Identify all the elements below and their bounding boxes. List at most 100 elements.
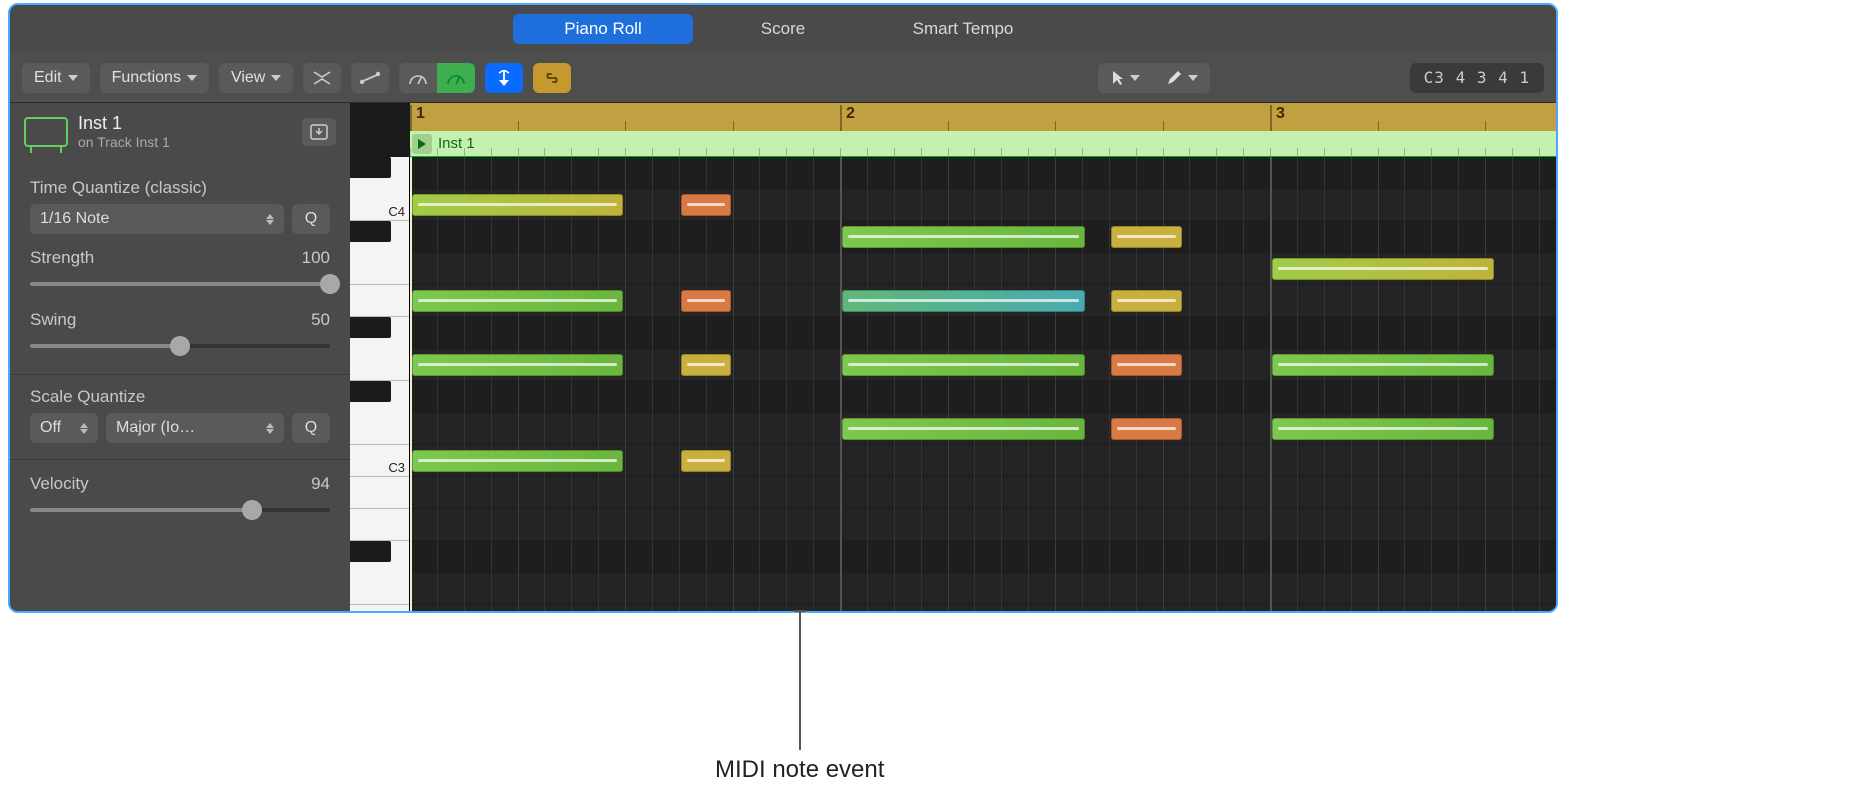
midi-gauge-icon bbox=[408, 70, 428, 86]
edit-menu-label: Edit bbox=[34, 69, 62, 87]
midi-note[interactable] bbox=[1111, 290, 1182, 312]
midi-out-button[interactable] bbox=[437, 63, 475, 93]
midi-note[interactable] bbox=[412, 290, 623, 312]
functions-menu-label: Functions bbox=[112, 69, 181, 87]
scale-quantize-label: Scale Quantize bbox=[30, 387, 330, 407]
piano-key-white[interactable] bbox=[350, 509, 409, 541]
automation-icon bbox=[359, 71, 381, 85]
note-grid[interactable] bbox=[410, 157, 1556, 611]
edit-menu[interactable]: Edit bbox=[22, 63, 90, 93]
annotation-text: MIDI note event bbox=[715, 756, 884, 784]
piano-key-black[interactable] bbox=[350, 317, 391, 338]
midi-note[interactable] bbox=[681, 450, 731, 472]
piano-key-white[interactable] bbox=[350, 413, 409, 445]
piano-key-white[interactable] bbox=[350, 573, 409, 605]
midi-note[interactable] bbox=[681, 354, 731, 376]
collapse-icon bbox=[312, 71, 332, 85]
chevron-down-icon bbox=[187, 75, 197, 81]
midi-note[interactable] bbox=[681, 290, 731, 312]
midi-note[interactable] bbox=[1272, 258, 1494, 280]
strength-value: 100 bbox=[302, 248, 330, 268]
midi-note[interactable] bbox=[412, 194, 623, 216]
region-play-icon[interactable] bbox=[412, 134, 432, 154]
piano-key-black[interactable] bbox=[350, 541, 391, 562]
region-strip[interactable]: Inst 1 bbox=[410, 131, 1556, 157]
strength-label: Strength bbox=[30, 248, 94, 268]
velocity-value: 94 bbox=[311, 474, 330, 494]
pointer-tool[interactable] bbox=[1098, 63, 1154, 93]
scale-mode-select[interactable]: Major (Io… bbox=[106, 413, 284, 443]
chevron-down-icon bbox=[271, 75, 281, 81]
piano-key-white[interactable] bbox=[350, 285, 409, 317]
piano-key-black[interactable] bbox=[350, 157, 391, 178]
swing-value: 50 bbox=[311, 310, 330, 330]
pencil-icon bbox=[1166, 70, 1182, 86]
stepper-icon bbox=[80, 423, 88, 434]
catch-playhead-button[interactable] bbox=[485, 63, 523, 93]
chevron-down-icon bbox=[68, 75, 78, 81]
stepper-icon bbox=[266, 423, 274, 434]
position-readout: C3 4 3 4 1 bbox=[1410, 63, 1544, 93]
automation-button[interactable] bbox=[351, 63, 389, 93]
midi-note[interactable] bbox=[842, 290, 1085, 312]
region-inspector-button[interactable] bbox=[302, 118, 336, 146]
pointer-icon bbox=[1112, 70, 1124, 86]
inspector-panel: Inst 1 on Track Inst 1 Time Quantize (cl… bbox=[10, 103, 350, 611]
playhead[interactable] bbox=[410, 157, 412, 611]
scale-root-select[interactable]: Off bbox=[30, 413, 98, 443]
pencil-tool[interactable] bbox=[1154, 63, 1210, 93]
piano-key-white[interactable] bbox=[350, 477, 409, 509]
piano-key-white[interactable] bbox=[350, 253, 409, 285]
piano-key-black[interactable] bbox=[350, 221, 391, 242]
bar-number: 3 bbox=[1276, 105, 1285, 123]
view-menu[interactable]: View bbox=[219, 63, 293, 93]
midi-in-button[interactable] bbox=[399, 63, 437, 93]
view-menu-label: View bbox=[231, 69, 265, 87]
link-button[interactable] bbox=[533, 63, 571, 93]
midi-note[interactable] bbox=[1111, 418, 1182, 440]
tab-smart-tempo[interactable]: Smart Tempo bbox=[873, 14, 1053, 44]
time-quantize-label: Time Quantize (classic) bbox=[30, 178, 330, 198]
instrument-icon bbox=[24, 117, 68, 147]
midi-note[interactable] bbox=[1111, 354, 1182, 376]
piano-key-white[interactable] bbox=[350, 349, 409, 381]
editor-tabs: Piano Roll Score Smart Tempo bbox=[10, 5, 1556, 53]
midi-note[interactable] bbox=[842, 354, 1085, 376]
key-label: C3 bbox=[388, 460, 405, 475]
stepper-icon bbox=[266, 214, 274, 225]
strength-slider[interactable] bbox=[30, 272, 330, 296]
region-name: Inst 1 bbox=[438, 135, 475, 152]
piano-key-black[interactable] bbox=[350, 381, 391, 402]
velocity-label: Velocity bbox=[30, 474, 89, 494]
midi-note[interactable] bbox=[1272, 354, 1494, 376]
midi-note[interactable] bbox=[1272, 418, 1494, 440]
piano-roll-editor: 123 Inst 1 C4C3 bbox=[350, 103, 1556, 611]
time-quantize-value: 1/16 Note bbox=[40, 210, 109, 228]
chevron-down-icon bbox=[1188, 75, 1198, 81]
midi-note[interactable] bbox=[1111, 226, 1182, 248]
midi-note[interactable] bbox=[412, 450, 623, 472]
midi-gauge-icon bbox=[446, 70, 466, 86]
quantize-button[interactable]: Q bbox=[292, 204, 330, 234]
swing-slider[interactable] bbox=[30, 334, 330, 358]
tab-score[interactable]: Score bbox=[693, 14, 873, 44]
collapse-button[interactable] bbox=[303, 63, 341, 93]
instrument-subtitle: on Track Inst 1 bbox=[78, 134, 292, 150]
velocity-slider[interactable] bbox=[30, 498, 330, 522]
chevron-down-icon bbox=[1130, 75, 1140, 81]
scale-quantize-button[interactable]: Q bbox=[292, 413, 330, 443]
bar-ruler[interactable]: 123 bbox=[410, 103, 1556, 131]
midi-note[interactable] bbox=[412, 354, 623, 376]
playhead-icon bbox=[496, 70, 512, 86]
midi-note[interactable] bbox=[842, 226, 1085, 248]
annotation-callout: MIDI note event bbox=[715, 610, 884, 784]
midi-mode-group bbox=[399, 63, 475, 93]
time-quantize-select[interactable]: 1/16 Note bbox=[30, 204, 284, 234]
link-icon bbox=[542, 71, 562, 85]
piano-keyboard[interactable]: C4C3 bbox=[350, 157, 410, 611]
midi-note[interactable] bbox=[842, 418, 1085, 440]
midi-note[interactable] bbox=[681, 194, 731, 216]
tab-piano-roll[interactable]: Piano Roll bbox=[513, 14, 693, 44]
inbox-icon bbox=[310, 124, 328, 140]
functions-menu[interactable]: Functions bbox=[100, 63, 209, 93]
